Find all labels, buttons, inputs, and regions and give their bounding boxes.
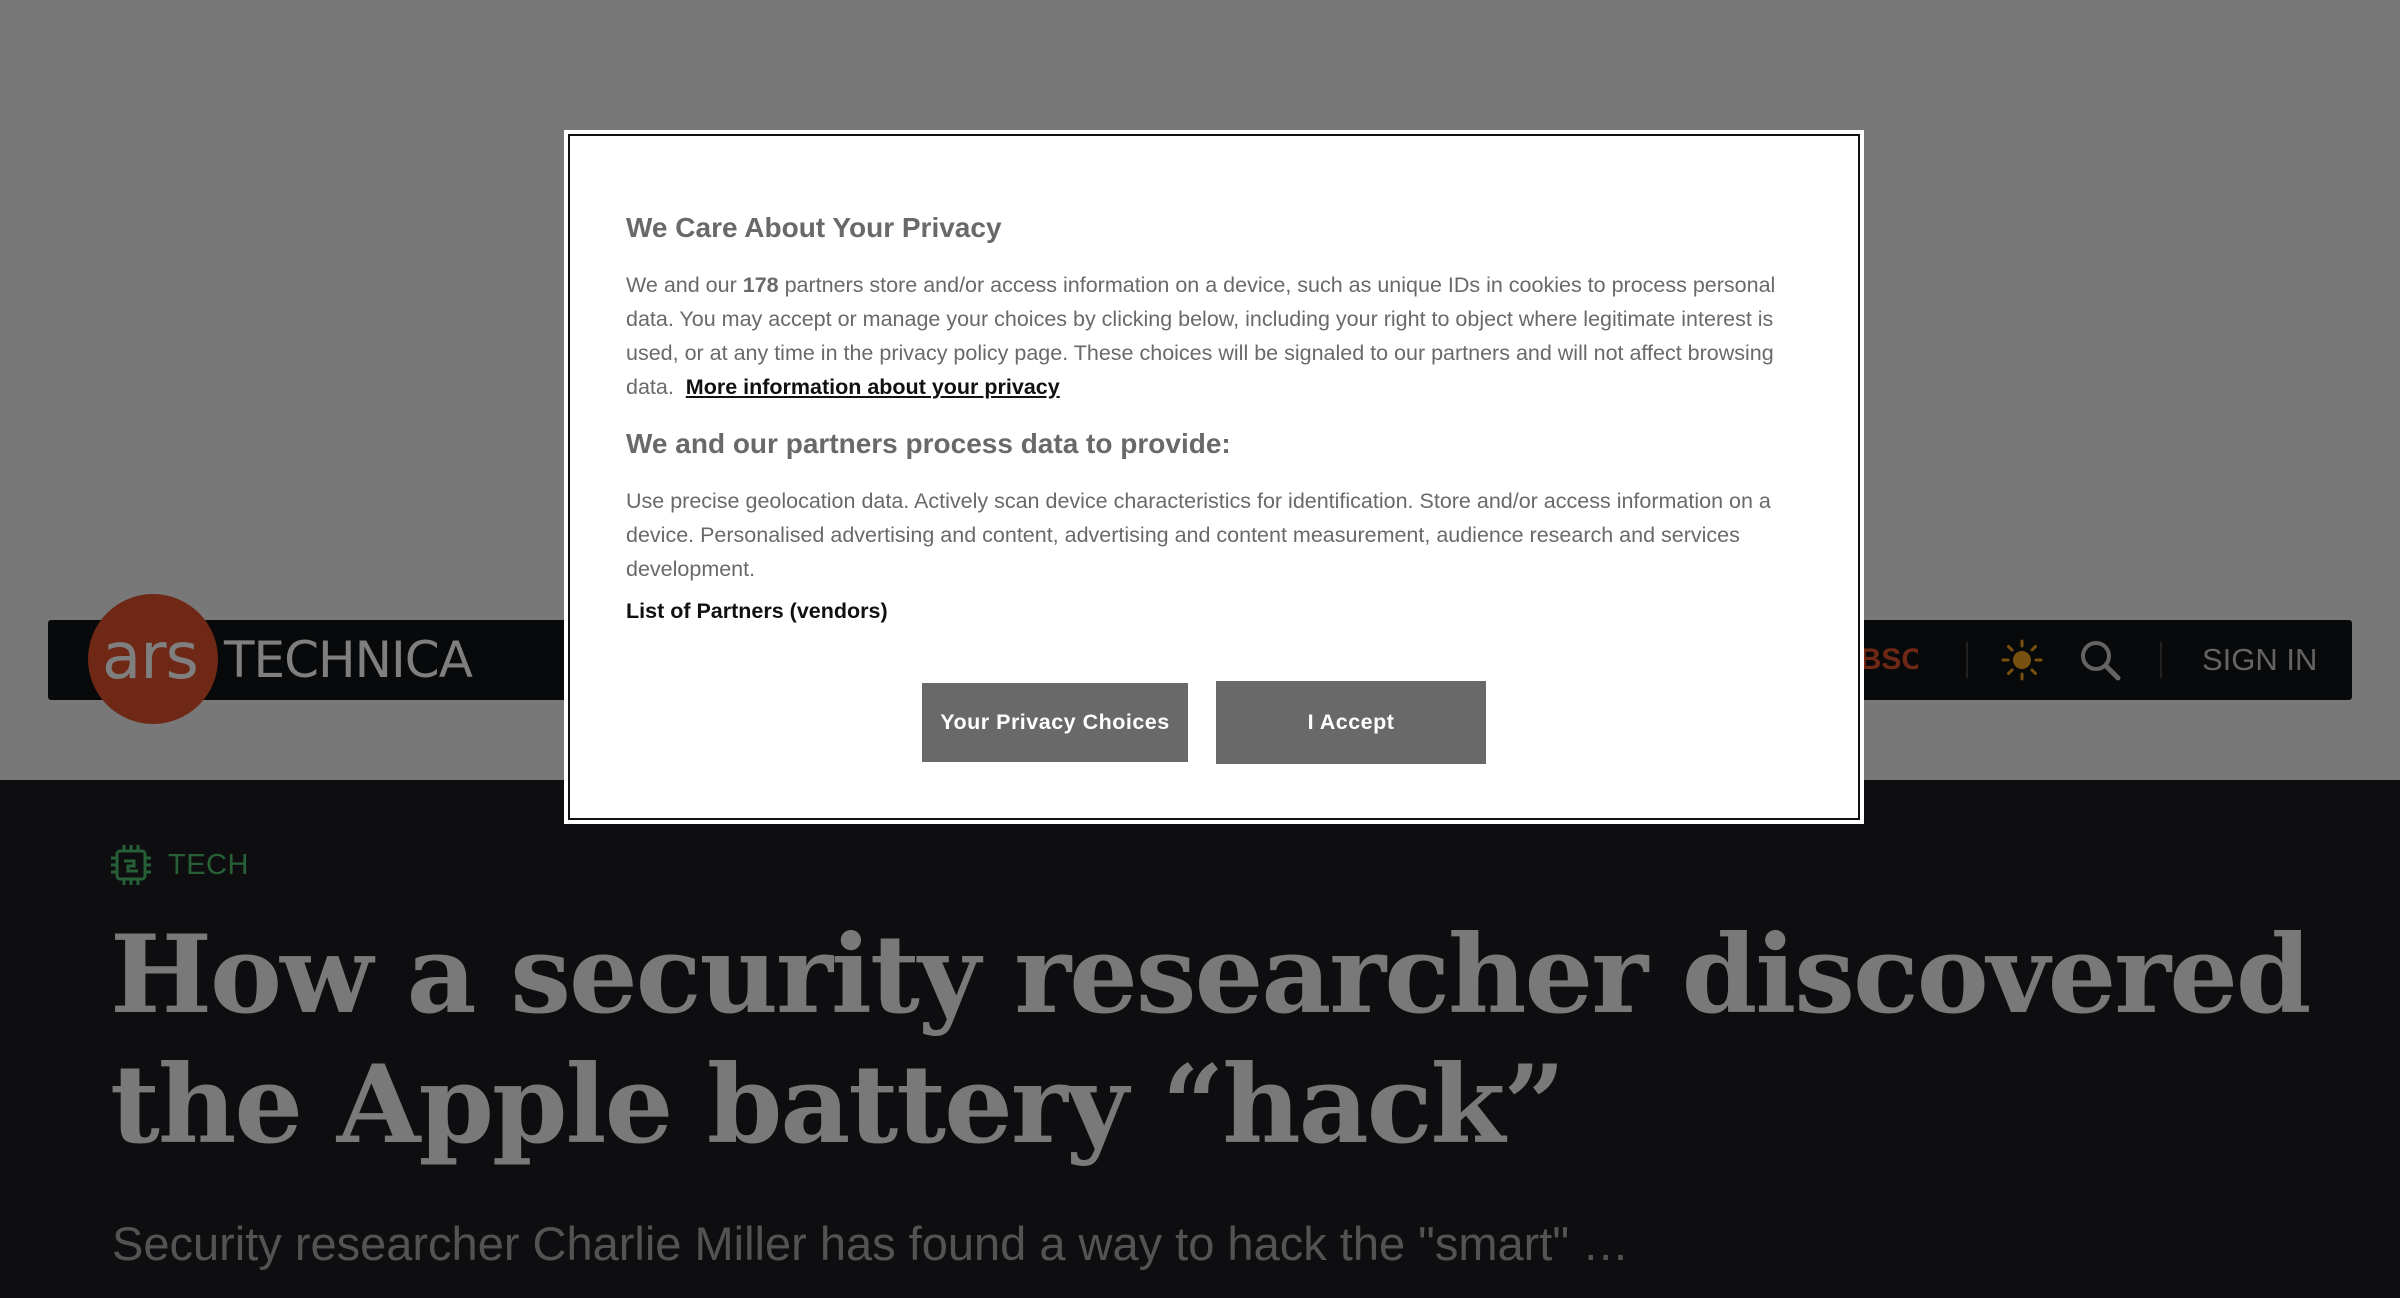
dialog-content: We Care About Your Privacy We and our 17… xyxy=(626,210,1798,628)
purposes-list: Use precise geolocation data. Actively s… xyxy=(626,489,1771,581)
privacy-choices-button[interactable]: Your Privacy Choices xyxy=(922,683,1188,762)
privacy-choices-label: Your Privacy Choices xyxy=(940,710,1170,734)
partner-count: 178 xyxy=(742,273,779,297)
privacy-consent-dialog: We Care About Your Privacy We and our 17… xyxy=(564,130,1864,824)
vendors-link[interactable]: List of Partners (vendors) xyxy=(626,594,888,628)
body-prefix: We and our xyxy=(626,273,743,297)
accept-button[interactable]: I Accept xyxy=(1216,681,1486,764)
dialog-subtitle: We and our partners process data to prov… xyxy=(626,428,1231,459)
accept-label: I Accept xyxy=(1307,710,1395,734)
dialog-description: We and our 178 partners store and/or acc… xyxy=(626,268,1798,404)
more-info-link[interactable]: More information about your privacy xyxy=(686,375,1060,399)
dialog-title: We Care About Your Privacy xyxy=(626,212,1002,243)
